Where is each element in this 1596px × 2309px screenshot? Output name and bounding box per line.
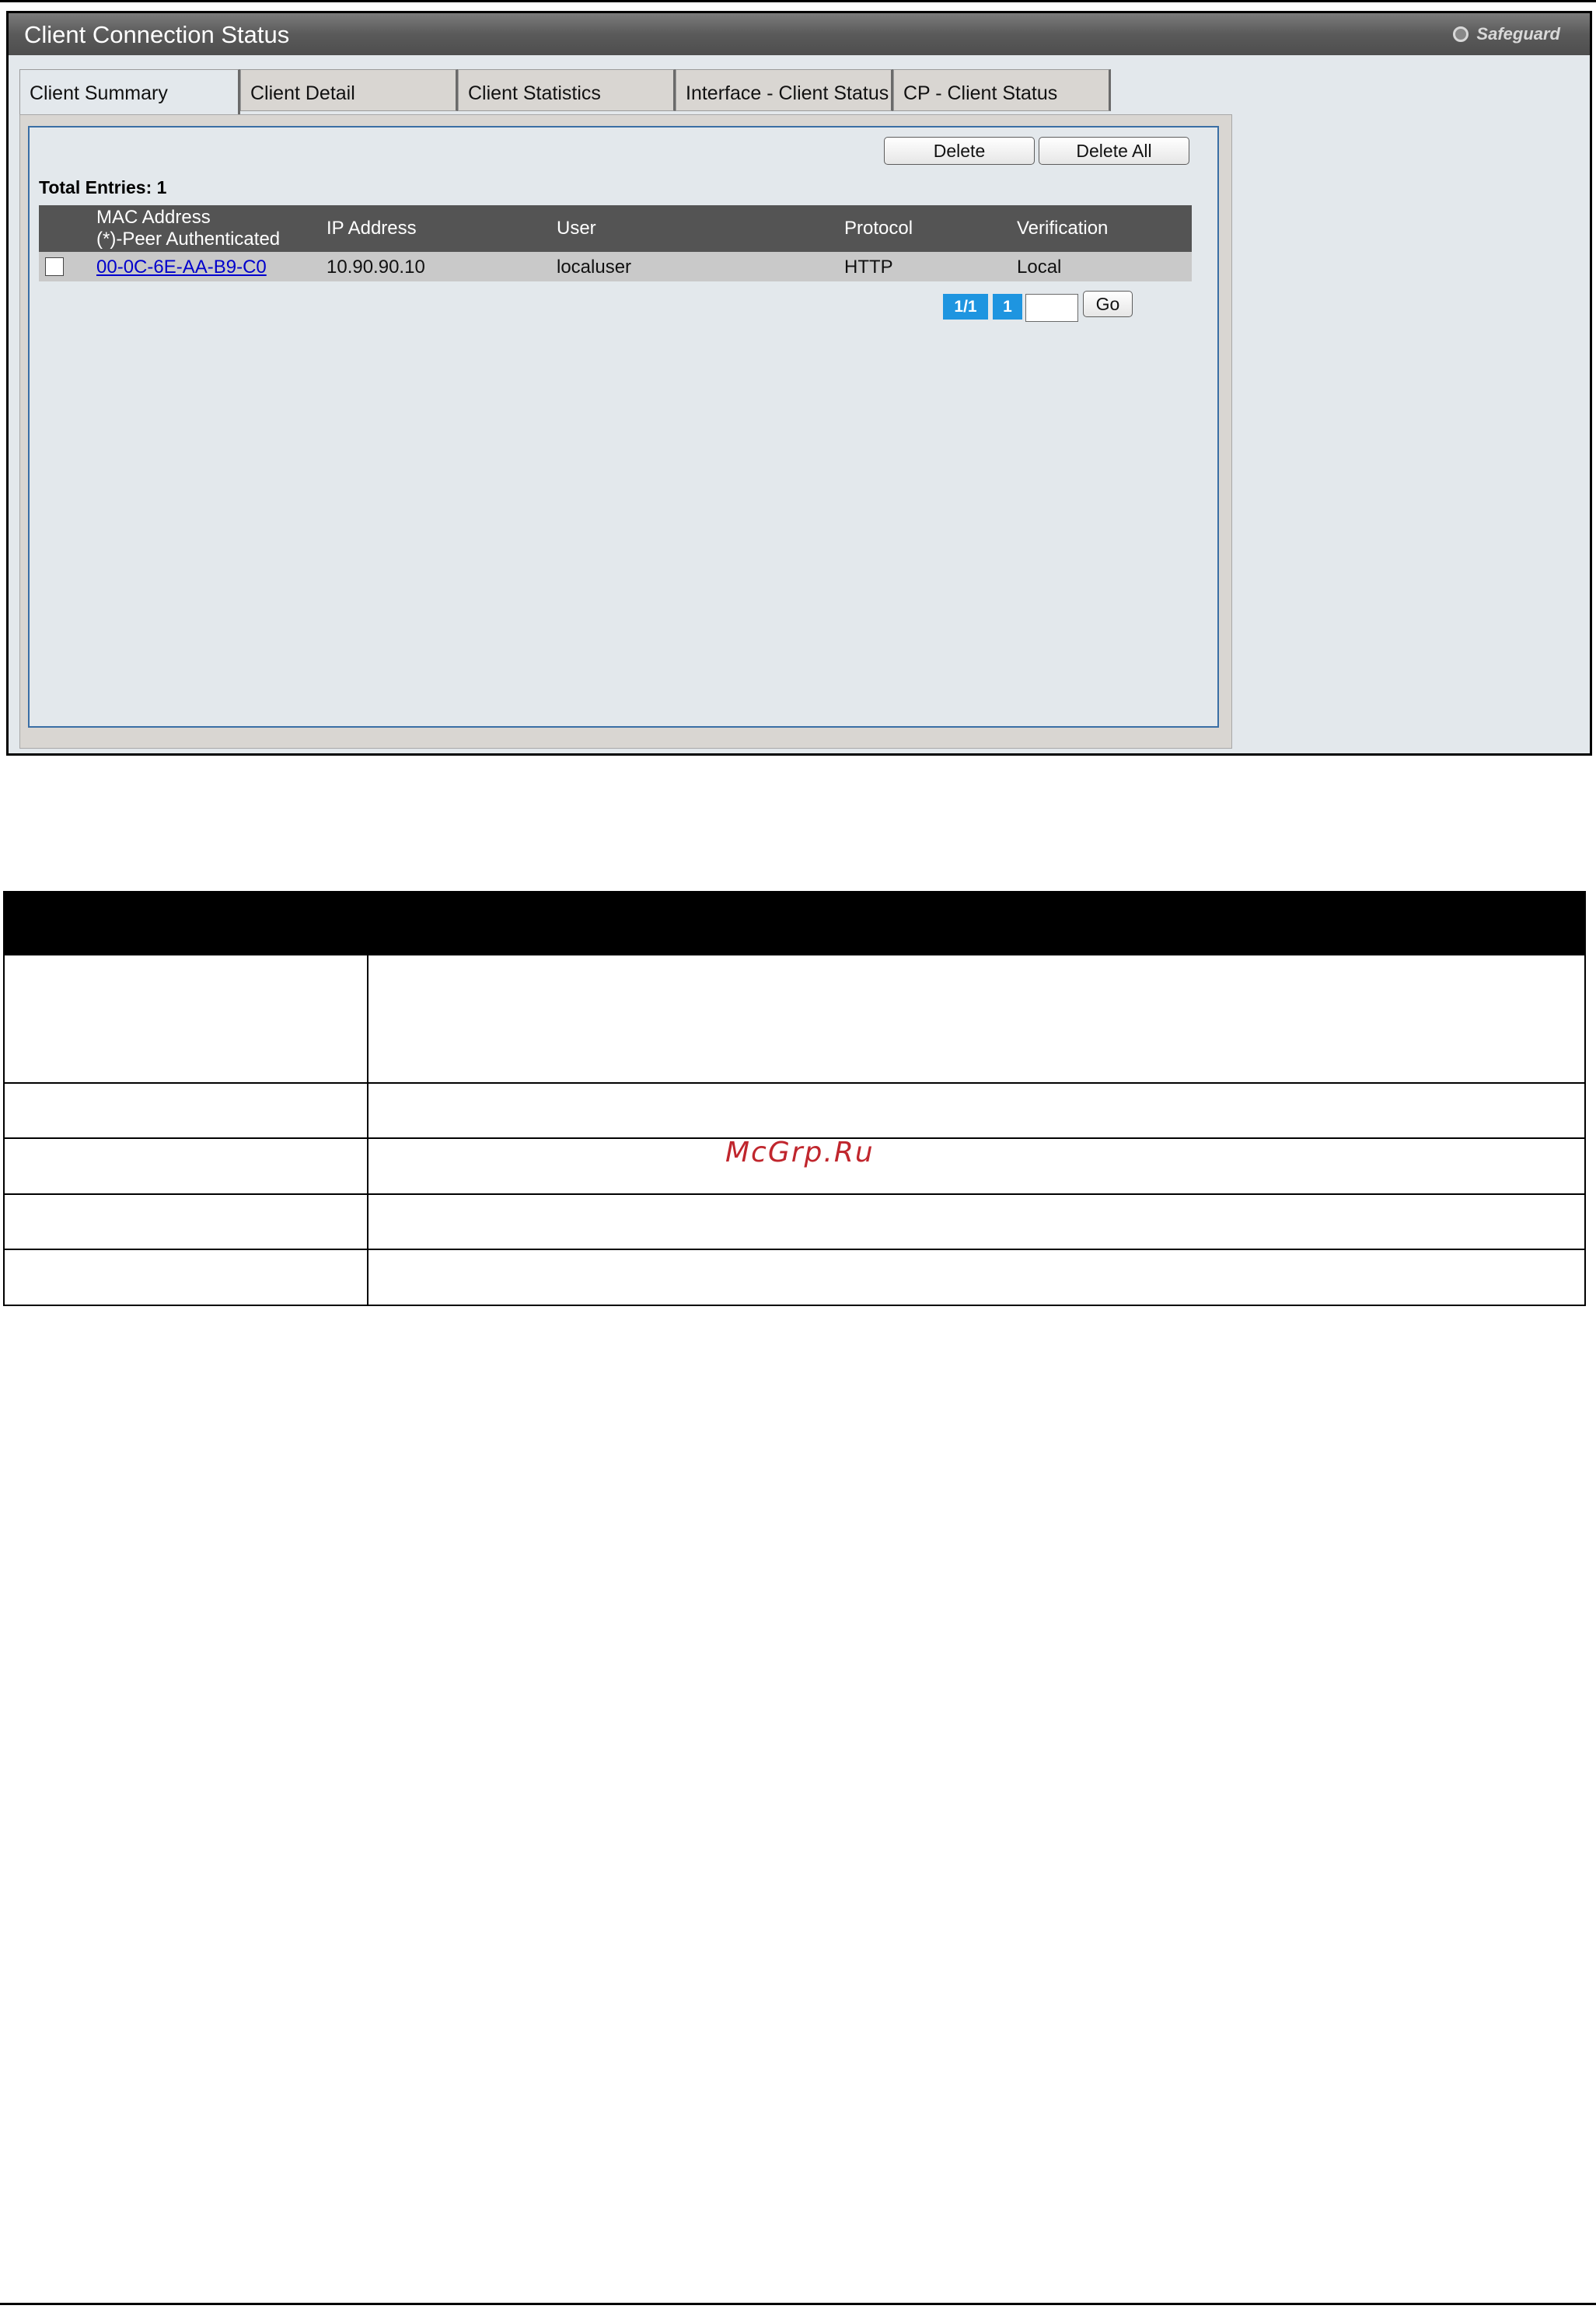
user-value: localuser [557,257,632,278]
page-bottom-rule [0,2303,1596,2305]
delete-all-button[interactable]: Delete All [1039,137,1189,165]
page-top-rule [0,0,1596,2]
table-row: 00-0C-6E-AA-B9-C0 10.90.90.10 localuser … [39,252,1192,281]
table-header: MAC Address (*)-Peer Authenticated IP Ad… [39,205,1192,252]
safeguard-label: Safeguard [1476,24,1560,44]
tab-client-statistics[interactable]: Client Statistics [458,69,676,111]
mac-address-link[interactable]: 00-0C-6E-AA-B9-C0 [96,257,267,278]
verification-value: Local [1017,257,1062,278]
column-mac-address: MAC Address (*)-Peer Authenticated [96,207,280,250]
tab-cp-client-status[interactable]: CP - Client Status [893,69,1111,111]
column-mac-address-label: MAC Address [96,207,211,228]
column-verification: Verification [1017,218,1109,239]
watermark-text: McGrp.Ru [725,1137,875,1168]
description-row [3,1195,1586,1250]
column-divider [367,1139,368,1193]
column-divider [367,1084,368,1137]
description-table-header [3,891,1586,955]
column-user: User [557,218,596,239]
window-title: Client Connection Status [24,21,290,48]
tab-content-panel: Delete Delete All Total Entries: 1 MAC A… [19,114,1232,749]
title-bar: Client Connection Status Safeguard [9,13,1590,55]
column-divider [367,1195,368,1249]
page-count-indicator: 1/1 [943,294,988,320]
safeguard-indicator[interactable]: Safeguard [1453,24,1560,44]
client-summary-frame: Delete Delete All Total Entries: 1 MAC A… [28,126,1219,728]
column-divider [367,955,368,1082]
column-ip-address: IP Address [327,218,417,239]
row-select-checkbox[interactable] [45,257,64,276]
description-row [3,955,1586,1084]
column-protocol: Protocol [844,218,913,239]
safeguard-status-icon [1453,26,1469,42]
total-entries: Total Entries: 1 [39,177,167,197]
client-connection-status-window: Client Connection Status Safeguard Clien… [6,11,1592,756]
ip-address-value: 10.90.90.10 [327,257,425,278]
go-button[interactable]: Go [1083,291,1133,317]
page-1-link[interactable]: 1 [993,294,1022,320]
tab-client-detail[interactable]: Client Detail [240,69,458,111]
client-table: MAC Address (*)-Peer Authenticated IP Ad… [39,205,1192,281]
protocol-value: HTTP [844,257,893,278]
description-row [3,1084,1586,1139]
column-mac-peer-note: (*)-Peer Authenticated [96,229,281,250]
tab-interface-client-status[interactable]: Interface - Client Status [676,69,893,111]
delete-button[interactable]: Delete [884,137,1035,165]
column-divider [367,1250,368,1305]
page-number-input[interactable] [1025,294,1078,322]
description-row [3,1250,1586,1306]
description-table [3,891,1586,1306]
tab-client-summary[interactable]: Client Summary [19,69,240,114]
